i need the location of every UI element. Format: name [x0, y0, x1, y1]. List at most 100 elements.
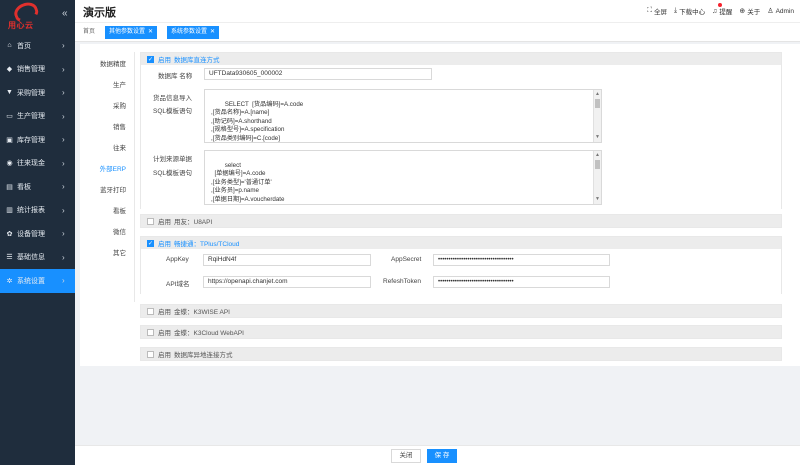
download-icon: ⤓ [674, 7, 678, 14]
scroll-up-icon[interactable]: ▲ [595, 90, 600, 99]
enable-label: 启用 [158, 352, 171, 359]
appsecret-input[interactable]: •••••••••••••••••••••••••••••••••••• [433, 254, 610, 266]
sidebar-item-production[interactable]: ▭ 生产管理 › [0, 105, 75, 129]
fullscreen-label: 全屏 [654, 9, 668, 16]
close-icon[interactable]: ✕ [210, 29, 215, 35]
monitor-icon: ▭ [6, 113, 13, 121]
section-db-direct: ✓ 启用 数据库直连方式 数据库 名称 UFTData930605_000002 … [140, 52, 782, 209]
tab-system-params[interactable]: 系统参数设置 ✕ [167, 26, 220, 39]
chevron-right-icon: › [62, 64, 65, 74]
refresh-token-input[interactable]: •••••••••••••••••••••••••••••••••••• [433, 276, 610, 288]
section-label: 启用 金蝶：K3WISE API [158, 306, 230, 316]
fullscreen-icon: ⛶ [647, 7, 653, 14]
subnav-item-accounts[interactable]: 往来 [113, 142, 126, 152]
sidebar-item-home[interactable]: ⌂ 首页 › [0, 34, 75, 58]
goods-sql-label: SQL模板语句 [153, 108, 193, 115]
user-name: Admin [775, 7, 794, 15]
section-body: AppKey RqiHdN4f AppSecret ••••••••••••••… [141, 249, 781, 294]
db-name-input[interactable]: UFTData930605_000002 [204, 68, 432, 80]
close-icon[interactable]: ✕ [148, 29, 153, 35]
enable-k3cloud-checkbox[interactable] [147, 328, 154, 336]
enable-tplus-checkbox[interactable]: ✓ [147, 239, 154, 247]
fullscreen-button[interactable]: ⛶ 全屏 [647, 6, 667, 16]
subnav-item-sales[interactable]: 销售 [113, 121, 126, 131]
tab-home[interactable]: 首页 [83, 26, 95, 39]
sidebar-item-label: 采购管理 [17, 89, 45, 97]
sidebar-item-reports[interactable]: ▥ 统计报表 › [0, 199, 75, 223]
close-button[interactable]: 关闭 [391, 449, 421, 463]
enable-k3wise-checkbox[interactable] [147, 307, 154, 315]
section-label: 启用 畅捷通：TPlus/TCloud [158, 238, 239, 248]
gear-icon: ✲ [6, 277, 13, 285]
chevron-right-icon: › [62, 229, 65, 238]
enable-label: 启用 [158, 57, 171, 64]
sidebar-item-label: 看板 [17, 183, 31, 191]
scroll-down-icon[interactable]: ▼ [595, 133, 600, 142]
sidebar-item-purchase[interactable]: ▼ 采购管理 › [0, 81, 75, 105]
enable-remote-db-checkbox[interactable] [147, 350, 154, 358]
section-title: 用友：U8API [174, 219, 213, 226]
about-button[interactable]: ⊕ 关于 [739, 6, 760, 16]
sidebar-item-basic-info[interactable]: ☰ 基础信息 › [0, 246, 75, 270]
subnav-item-external-erp[interactable]: 外部ERP [100, 163, 126, 173]
chevron-right-icon: › [62, 158, 65, 168]
sidebar-item-label: 首页 [17, 42, 31, 50]
chevron-right-icon: › [62, 135, 65, 144]
section-header: ✓ 启用 数据库直连方式 [141, 53, 781, 65]
scrollbar[interactable]: ▲ ▼ [593, 90, 601, 142]
sidebar-item-label: 库存管理 [17, 136, 45, 144]
api-domain-label: API域名 [166, 281, 190, 288]
chevron-right-icon: › [62, 88, 65, 97]
section-title: 畅捷通：TPlus/TCloud [174, 241, 240, 248]
sidebar-item-cash[interactable]: ◉ 往来现金 › [0, 152, 75, 176]
user-icon: ♙ [767, 8, 774, 15]
sidebar-item-label: 设备管理 [17, 230, 45, 238]
settings-content: 数据精度 生产 采购 销售 往来 外部ERP 蓝牙打印 看板 微信 其它 ✓ 启… [80, 44, 800, 366]
sidebar-item-system-settings[interactable]: ✲ 系统设置 › [0, 269, 75, 293]
scroll-up-icon[interactable]: ▲ [595, 151, 600, 160]
subnav-item-purchase[interactable]: 采购 [113, 100, 126, 110]
sidebar-item-label: 销售管理 [17, 66, 45, 74]
download-label: 下载中心 [679, 9, 706, 16]
section-header: ✓ 启用 畅捷通：TPlus/TCloud [141, 237, 781, 249]
subnav-item-board[interactable]: 看板 [113, 205, 126, 215]
appkey-input[interactable]: RqiHdN4f [203, 254, 371, 266]
save-button[interactable]: 保 存 [427, 449, 457, 463]
chevron-right-icon: › [62, 205, 65, 215]
plan-sql-textarea[interactable]: select [单据编号]=A.code ,[业务类型]='普通订单' ,[业务… [204, 150, 602, 205]
tabs-bar: 首页 其他参数设置 ✕ 系统参数设置 ✕ [75, 22, 800, 42]
enable-label: 启用 [158, 241, 171, 248]
top-header: 演示版 ⛶ 全屏 ⤓ 下载中心 ♫ 提醒 ⊕ 关于 ♙ Admin [75, 0, 800, 22]
sidebar-item-devices[interactable]: ✿ 设备管理 › [0, 222, 75, 246]
enable-u8-checkbox[interactable] [147, 217, 154, 225]
chevron-right-icon: › [62, 276, 65, 285]
section-k3cloud: 启用 金蝶：K3Cloud WebAPI [140, 325, 782, 339]
goods-sql-textarea[interactable]: SELECT [货品编码]=A.code ,[货品名称]=A.[name] ,[… [204, 89, 602, 143]
scrollbar-thumb[interactable] [595, 99, 600, 108]
scrollbar[interactable]: ▲ ▼ [593, 151, 601, 204]
subnav-item-production[interactable]: 生产 [113, 79, 126, 89]
plan-source-label: 计划来源单据 [153, 156, 192, 163]
scrollbar-thumb[interactable] [595, 160, 600, 169]
settings-subnav: 数据精度 生产 采购 销售 往来 外部ERP 蓝牙打印 看板 微信 其它 [80, 52, 135, 302]
double-chevron-left-icon[interactable]: « [62, 8, 68, 19]
enable-label: 启用 [158, 219, 171, 226]
user-menu[interactable]: ♙ Admin [767, 7, 794, 16]
header-actions: ⛶ 全屏 ⤓ 下载中心 ♫ 提醒 ⊕ 关于 ♙ Admin [647, 3, 794, 16]
download-center-button[interactable]: ⤓ 下载中心 [674, 6, 705, 16]
subnav-item-bluetooth-print[interactable]: 蓝牙打印 [100, 184, 126, 194]
enable-db-direct-checkbox[interactable]: ✓ [147, 55, 154, 63]
api-domain-input[interactable]: https://openapi.chanjet.com [203, 276, 371, 288]
sidebar-item-inventory[interactable]: ▣ 库存管理 › [0, 128, 75, 152]
device-icon: ✿ [6, 230, 13, 238]
tab-label: 其他参数设置 [109, 29, 146, 35]
sidebar-item-board[interactable]: ▤ 看板 › [0, 175, 75, 199]
subnav-item-precision[interactable]: 数据精度 [100, 58, 126, 68]
info-icon: ⊕ [739, 8, 746, 15]
alerts-button[interactable]: ♫ 提醒 [712, 3, 732, 16]
subnav-item-other[interactable]: 其它 [113, 247, 126, 257]
tab-other-params[interactable]: 其他参数设置 ✕ [105, 26, 158, 39]
scroll-down-icon[interactable]: ▼ [595, 195, 600, 204]
sidebar-item-sales[interactable]: ◆ 销售管理 › [0, 58, 75, 82]
subnav-item-wechat[interactable]: 微信 [113, 226, 126, 236]
